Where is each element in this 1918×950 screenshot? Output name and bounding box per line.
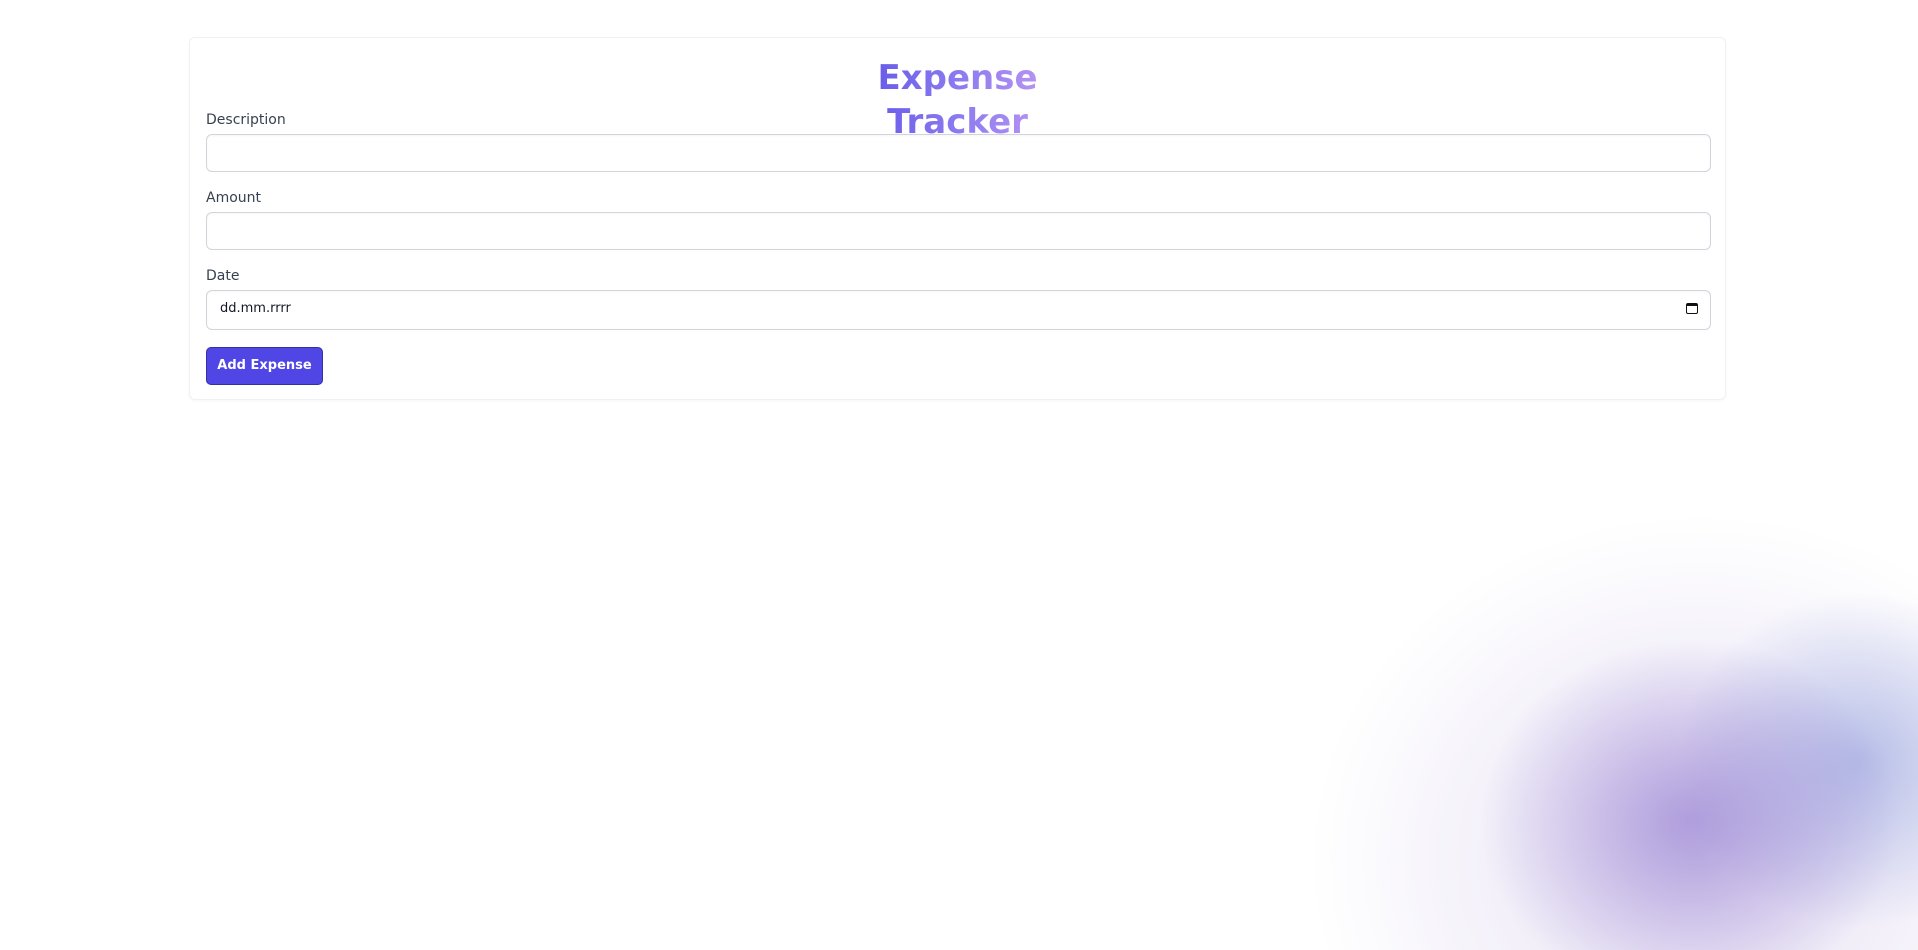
date-label: Date <box>206 268 240 284</box>
date-input[interactable]: dd.mm.rrrr <box>206 290 1711 330</box>
expense-form-card: Expense Tracker Description Amount Date … <box>189 37 1726 400</box>
description-label: Description <box>206 112 286 128</box>
page-title: Expense Tracker <box>813 56 1103 144</box>
description-input[interactable] <box>206 134 1711 172</box>
amount-input[interactable] <box>206 212 1711 250</box>
calendar-icon[interactable] <box>1686 303 1698 314</box>
add-expense-button[interactable]: Add Expense <box>206 347 323 385</box>
date-input-placeholder: dd.mm.rrrr <box>220 301 291 316</box>
amount-label: Amount <box>206 190 262 206</box>
